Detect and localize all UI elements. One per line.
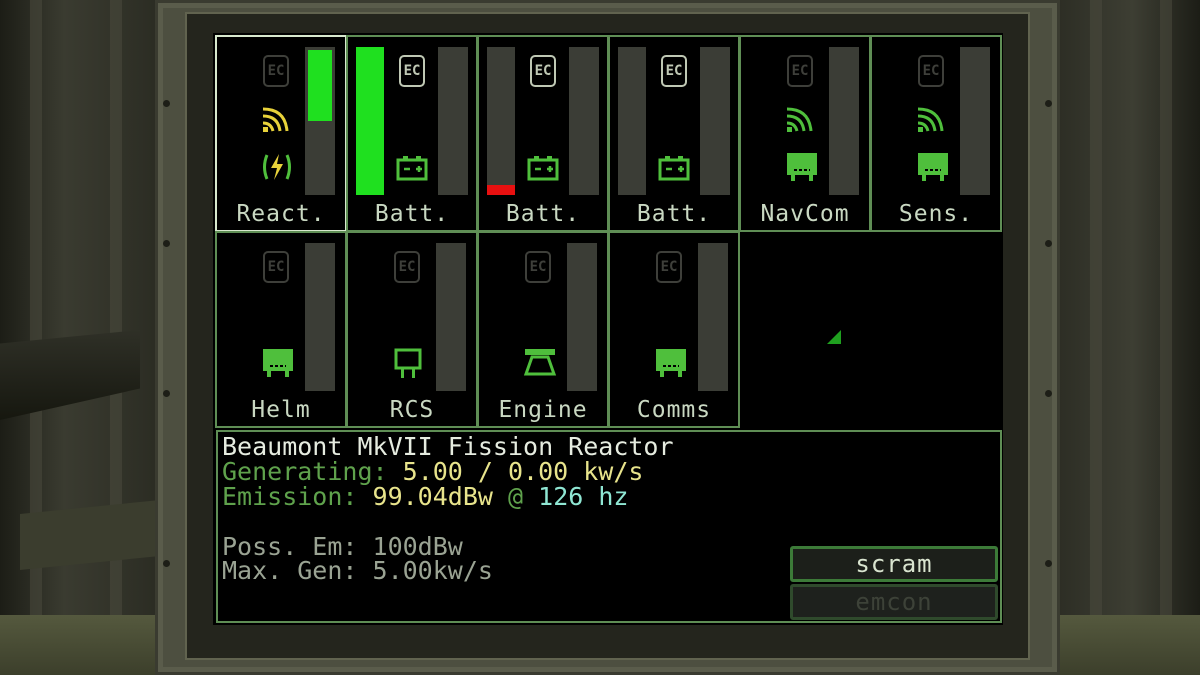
capacity-bar: [700, 47, 730, 195]
tile-label: Batt.: [505, 201, 581, 227]
ec-badge: EC: [787, 55, 813, 87]
signal-icon: [261, 105, 291, 137]
capacity-bar: [438, 47, 468, 195]
emission-at: @: [508, 482, 524, 511]
right-wall: [1050, 0, 1200, 675]
power-level-bar: [618, 47, 646, 195]
ec-badge: EC: [525, 251, 551, 283]
reactor-info-panel: Beaumont MkVII Fission Reactor Generatin…: [216, 430, 1002, 623]
ec-badge: EC: [263, 251, 289, 283]
power-level-bar: [305, 47, 335, 195]
module-icon: [916, 151, 950, 187]
power-level-bar: [305, 243, 335, 391]
ec-badge: EC: [661, 55, 687, 87]
power-level-bar: [698, 243, 728, 391]
scram-button[interactable]: scram: [790, 546, 998, 582]
tile-label: Comms: [636, 397, 712, 423]
power-level-bar: [960, 47, 990, 195]
system-tile-helm[interactable]: EC Helm: [215, 231, 347, 428]
system-tile-comms[interactable]: EC Comms: [608, 231, 740, 428]
reactor-title: Beaumont MkVII Fission Reactor: [222, 432, 674, 461]
tile-label: React.: [236, 201, 326, 227]
power-level-fill: [356, 47, 384, 195]
ec-badge: EC: [399, 55, 425, 87]
capacity-bar: [569, 47, 599, 195]
battery-icon: [527, 155, 559, 185]
ec-badge: EC: [530, 55, 556, 87]
power-level-bar: [356, 47, 384, 195]
system-tile-sensors[interactable]: EC Sens.: [870, 35, 1002, 232]
ec-badge: EC: [656, 251, 682, 283]
cursor-marker: [827, 330, 841, 344]
emcon-button[interactable]: emcon: [790, 584, 998, 620]
rcs-icon: [392, 347, 424, 385]
emission-line: Emission: 99.04dBw @ 126 hz: [222, 484, 628, 509]
emission-label: Emission:: [222, 482, 358, 511]
ec-badge: EC: [918, 55, 944, 87]
power-level-fill: [487, 184, 515, 195]
tile-label: NavCom: [760, 201, 850, 227]
battery-icon: [658, 155, 690, 185]
module-icon: [785, 151, 819, 187]
tile-label: Engine: [498, 397, 588, 423]
reactor-icon: [261, 151, 293, 187]
max-generation: Max. Gen: 5.00kw/s: [222, 556, 493, 585]
ec-badge: EC: [263, 55, 289, 87]
system-tile-battery1[interactable]: EC Batt.: [346, 35, 478, 232]
system-tile-rcs[interactable]: EC RCS: [346, 231, 478, 428]
power-level-bar: [829, 47, 859, 195]
signal-icon: [916, 105, 946, 137]
module-icon: [654, 347, 688, 383]
power-level-fill: [308, 50, 332, 122]
tile-label: Sens.: [898, 201, 974, 227]
tile-label: Batt.: [374, 201, 450, 227]
tile-label: RCS: [389, 397, 435, 423]
signal-icon: [785, 105, 815, 137]
module-icon: [261, 347, 295, 383]
ec-badge: EC: [394, 251, 420, 283]
tile-label: Helm: [251, 397, 311, 423]
emission-value: 99.04dBw: [372, 482, 493, 511]
system-tile-engine[interactable]: EC Engine: [477, 231, 609, 428]
emission-frequency: 126 hz: [538, 482, 629, 511]
engine-icon: [523, 347, 557, 383]
system-tile-reactor[interactable]: EC React.: [215, 35, 347, 232]
power-level-bar: [567, 243, 597, 391]
power-level-bar: [487, 47, 515, 195]
battery-icon: [396, 155, 428, 185]
system-tile-battery2[interactable]: EC Batt.: [477, 35, 609, 232]
system-tile-battery3[interactable]: EC Batt.: [608, 35, 740, 232]
power-level-bar: [436, 243, 466, 391]
generating-line: Generating: 5.00 / 0.00 kw/s: [222, 459, 643, 484]
tile-label: Batt.: [636, 201, 712, 227]
system-tile-navcom[interactable]: EC NavCom: [739, 35, 871, 232]
